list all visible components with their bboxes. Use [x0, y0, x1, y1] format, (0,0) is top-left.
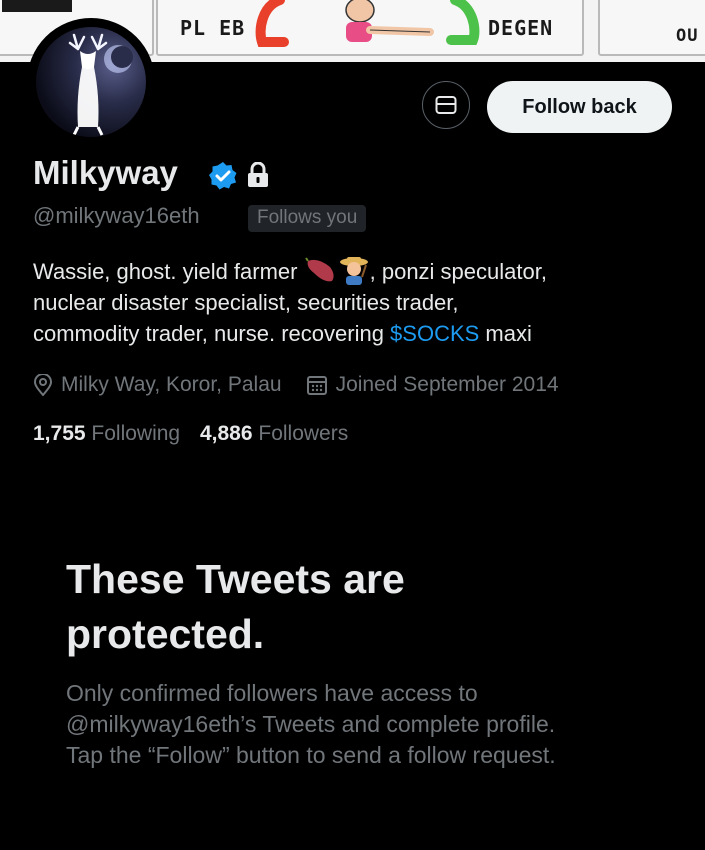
followers-label: Followers — [258, 422, 349, 445]
red-arm-icon — [255, 0, 289, 47]
protected-message-line: Tap the “Follow” button to send a follow… — [66, 742, 556, 768]
profile-stats: 1,755 Following 4,886 Followers — [33, 422, 348, 446]
bio-text: Wassie, ghost. yield farmer — [33, 259, 298, 284]
protected-message-line: Only confirmed followers have access to — [66, 680, 478, 706]
joined-text: Joined September 2014 — [335, 373, 559, 396]
banner-pixel-art — [2, 0, 72, 12]
message-button[interactable] — [422, 81, 470, 129]
bio-line: commodity trader, nurse. recovering $SOC… — [33, 318, 683, 349]
location-pin-icon — [33, 374, 53, 396]
location-item: Milky Way, Koror, Palau — [33, 373, 282, 397]
bio-line: nuclear disaster specialist, securities … — [33, 290, 459, 315]
bio-line: Wassie, ghost. yield farmer , ponzi spec… — [33, 255, 683, 287]
joined-item: Joined September 2014 — [306, 373, 559, 397]
protected-title-line: protected. — [66, 611, 265, 657]
profile-bio: Wassie, ghost. yield farmer , ponzi spec… — [33, 255, 683, 349]
followers-link[interactable]: 4,886 Followers — [200, 422, 348, 445]
follow-back-button[interactable]: Follow back — [487, 81, 672, 133]
cashtag-link[interactable]: $SOCKS — [390, 321, 479, 346]
protected-message: Only confirmed followers have access to … — [66, 678, 686, 771]
farmer-emoji-icon — [339, 257, 368, 285]
location-text: Milky Way, Koror, Palau — [61, 373, 282, 396]
profile-name: Milkyway — [33, 154, 178, 191]
bio-text: maxi — [479, 321, 532, 346]
wrestler-figure-icon — [345, 0, 434, 42]
protected-title-line: These Tweets are — [66, 556, 405, 602]
banner-label-pleb: PL EB — [180, 16, 246, 40]
profile-meta: Milky Way, Koror, Palau Joined September… — [33, 373, 559, 397]
ghost-deer-icon — [68, 33, 133, 136]
following-link[interactable]: 1,755 Following — [33, 422, 180, 445]
following-label: Following — [91, 422, 181, 445]
protected-message-line: @milkyway16eth’s Tweets and complete pro… — [66, 711, 556, 737]
profile-handle: @milkyway16eth — [33, 203, 200, 228]
bio-text: , ponzi speculator, — [369, 259, 547, 284]
bio-text: commodity trader, nurse. recovering — [33, 321, 391, 346]
sweet-potato-emoji-icon — [304, 257, 334, 282]
lock-icon — [248, 162, 268, 187]
banner-label-degen: DEGEN — [488, 16, 554, 40]
protected-title: These Tweets are protected. — [66, 552, 626, 662]
following-count: 1,755 — [33, 422, 86, 445]
envelope-icon — [435, 96, 457, 114]
banner-label-out: OU — [676, 26, 699, 46]
green-arm-icon — [446, 0, 480, 45]
verified-badge-icon — [209, 162, 237, 190]
avatar-image — [36, 27, 146, 137]
avatar[interactable] — [27, 18, 155, 146]
follows-you-badge: Follows you — [248, 205, 367, 232]
calendar-icon — [306, 376, 327, 395]
followers-count: 4,886 — [199, 422, 253, 445]
